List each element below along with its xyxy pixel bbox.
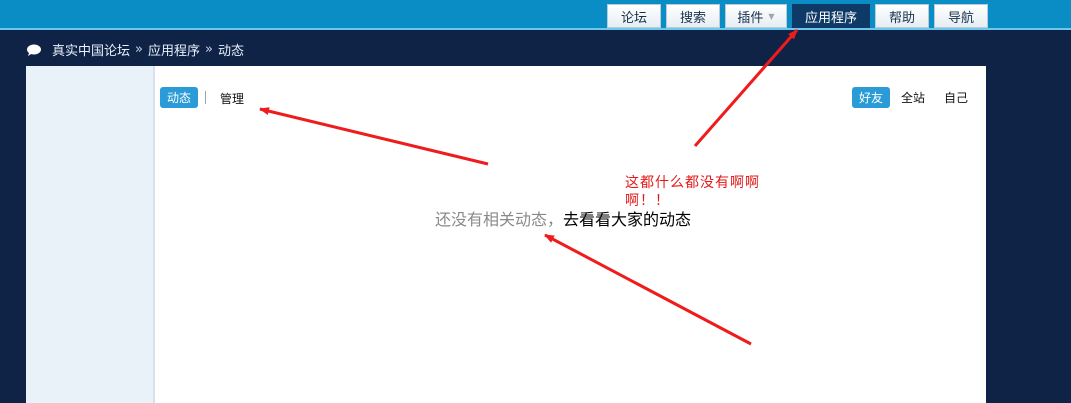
annotation-text: 这都什么都没有啊啊啊！！ <box>625 175 760 209</box>
breadcrumb-current: 动态 <box>217 44 244 59</box>
tab-feed-label: 动态 <box>167 91 192 105</box>
filter-self[interactable]: 自己 <box>944 87 968 108</box>
filter-site[interactable]: 全站 <box>901 87 925 108</box>
chat-bubble-icon <box>27 44 41 56</box>
main-content: 动态 管理 好友 全站 自己 还没有相关动态，去看看大家的动态 <box>155 66 986 403</box>
main-nav: 论坛 搜索 插件 ▼ 应用程序 帮助 导航 <box>607 4 988 28</box>
tab-manage[interactable]: 管理 <box>220 90 244 107</box>
breadcrumb-separator: » <box>205 42 213 57</box>
breadcrumb-apps-link[interactable]: 应用程序 <box>148 40 200 59</box>
nav-navigation-label: 导航 <box>947 10 974 26</box>
nav-plugins-label: 插件 <box>737 10 764 26</box>
nav-apps-label: 应用程序 <box>804 10 857 26</box>
sidebar <box>26 66 155 403</box>
top-nav-bar: 论坛 搜索 插件 ▼ 应用程序 帮助 导航 <box>0 0 1071 30</box>
nav-forum-label: 论坛 <box>620 10 647 26</box>
breadcrumb-forum-link[interactable]: 真实中国论坛 <box>52 40 130 59</box>
breadcrumb-separator: » <box>135 42 143 57</box>
empty-state-text: 还没有相关动态， <box>435 210 564 229</box>
nav-help-button[interactable]: 帮助 <box>875 4 929 28</box>
tab-feed[interactable]: 动态 <box>160 87 199 108</box>
nav-search-button[interactable]: 搜索 <box>666 4 720 28</box>
tab-divider <box>205 91 206 104</box>
filter-friends-label: 好友 <box>859 91 884 105</box>
chevron-down-icon: ▼ <box>768 11 775 21</box>
nav-forum-button[interactable]: 论坛 <box>607 4 661 28</box>
nav-plugins-button[interactable]: 插件 ▼ <box>725 4 787 28</box>
nav-apps-button[interactable]: 应用程序 <box>792 4 870 28</box>
filter-friends[interactable]: 好友 <box>852 87 891 108</box>
nav-navigation-button[interactable]: 导航 <box>934 4 988 28</box>
breadcrumb: 真实中国论坛 » 应用程序 » 动态 <box>26 40 244 59</box>
view-all-feeds-link[interactable]: 去看看大家的动态 <box>563 210 691 229</box>
top-nav-strip <box>0 28 1071 30</box>
nav-search-label: 搜索 <box>679 10 706 26</box>
nav-help-label: 帮助 <box>888 10 915 26</box>
